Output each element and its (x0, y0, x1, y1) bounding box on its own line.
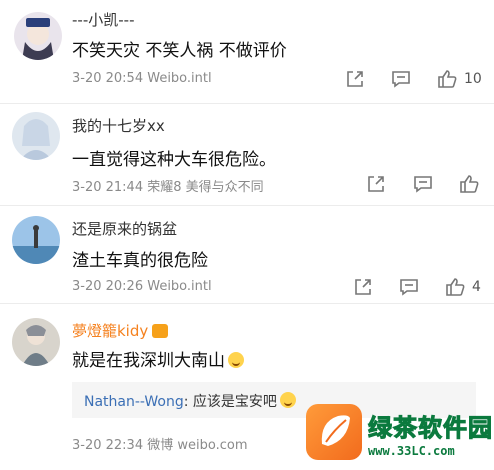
like-count: 4 (472, 279, 481, 295)
watermark-logo: 绿茶软件园 www.33LC.com (300, 400, 494, 470)
like-icon[interactable] (458, 173, 480, 195)
comment-item: 我的十七岁xx 一直觉得这种大车很危险。 3-20 21:44 荣耀8 美得与众… (0, 104, 494, 204)
avatar[interactable] (12, 216, 60, 264)
comment-username[interactable]: 我的十七岁xx (72, 115, 165, 136)
watermark-title: 绿茶软件园 (368, 414, 493, 443)
comment-text: 渣土车真的很危险 (72, 251, 208, 271)
comment-text: 一直觉得这种大车很危险。 (72, 150, 276, 170)
comment-text: 不笑天灾 不笑人祸 不做评价 (72, 41, 287, 61)
reply-text: : 应该是宝安吧 (183, 394, 277, 410)
like-count: 10 (464, 71, 482, 87)
share-icon[interactable] (352, 276, 374, 298)
comment-username-text: 夢燈籠kidy (72, 322, 149, 340)
reply-username[interactable]: Nathan--Wong (84, 394, 184, 410)
tea-leaf-icon (306, 404, 362, 460)
comment-icon[interactable] (412, 173, 434, 195)
comment-meta: 3-20 22:34 微博 weibo.com (72, 438, 248, 453)
vip-badge-icon (152, 324, 169, 338)
comment-meta: 3-20 21:44 荣耀8 美得与众不同 (72, 180, 264, 195)
like-icon[interactable] (436, 68, 458, 90)
comment-meta: 3-20 20:54 Weibo.intl (72, 71, 212, 86)
comment-item: ---小凯--- 不笑天灾 不笑人祸 不做评价 3-20 20:54 Weibo… (0, 0, 494, 103)
comment-username[interactable]: ---小凯--- (72, 9, 134, 30)
comment-item: 还是原来的锅盆 渣土车真的很危险 3-20 20:26 Weibo.intl 4 (0, 206, 494, 302)
share-icon[interactable] (365, 173, 387, 195)
comment-text: 就是在我深圳大南山 (72, 346, 244, 371)
avatar[interactable] (14, 12, 62, 60)
laugh-emoji-icon (228, 352, 244, 368)
avatar[interactable] (12, 112, 60, 160)
avatar[interactable] (12, 318, 60, 366)
comment-icon[interactable] (398, 276, 420, 298)
smile-emoji-icon (279, 392, 296, 408)
reply-line: Nathan--Wong: 应该是宝安吧 (84, 391, 296, 411)
comment-username[interactable]: 还是原来的锅盆 (72, 218, 177, 239)
share-icon[interactable] (344, 68, 366, 90)
comment-icon[interactable] (390, 68, 412, 90)
comment-username[interactable]: 夢燈籠kidy (72, 320, 169, 341)
comment-text-body: 就是在我深圳大南山 (72, 351, 225, 371)
watermark-url: www.33LC.com (368, 444, 455, 458)
comment-meta: 3-20 20:26 Weibo.intl (72, 279, 212, 294)
like-icon[interactable] (444, 276, 466, 298)
